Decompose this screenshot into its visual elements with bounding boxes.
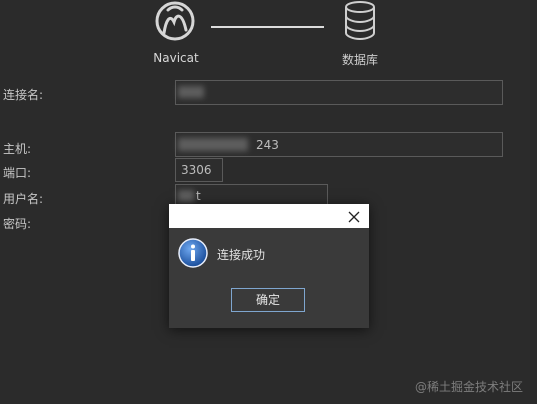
info-icon bbox=[178, 238, 208, 268]
watermark: @稀土掘金技术社区 bbox=[414, 380, 523, 394]
connection-name-input[interactable] bbox=[175, 80, 503, 105]
close-icon[interactable] bbox=[347, 209, 361, 223]
connection-result-dialog: 连接成功 确定 bbox=[169, 204, 369, 328]
ok-button[interactable]: 确定 bbox=[231, 288, 305, 312]
redacted-connection-name bbox=[178, 86, 204, 98]
connection-name-label: 连接名: bbox=[3, 88, 44, 102]
port-input[interactable] bbox=[175, 158, 223, 182]
database-label: 数据库 bbox=[341, 53, 378, 67]
port-label: 端口: bbox=[3, 166, 32, 180]
redacted-username bbox=[178, 190, 194, 202]
navicat-logo-icon bbox=[154, 0, 196, 42]
step-connector-line bbox=[211, 26, 324, 28]
dialog-message: 连接成功 bbox=[217, 248, 266, 262]
username-label: 用户名: bbox=[3, 192, 44, 206]
host-label: 主机: bbox=[3, 142, 32, 156]
password-label: 密码: bbox=[3, 217, 32, 231]
database-icon bbox=[343, 0, 377, 42]
dialog-title-bar bbox=[169, 204, 369, 228]
redacted-host bbox=[178, 138, 248, 151]
navicat-label: Navicat bbox=[153, 51, 199, 65]
